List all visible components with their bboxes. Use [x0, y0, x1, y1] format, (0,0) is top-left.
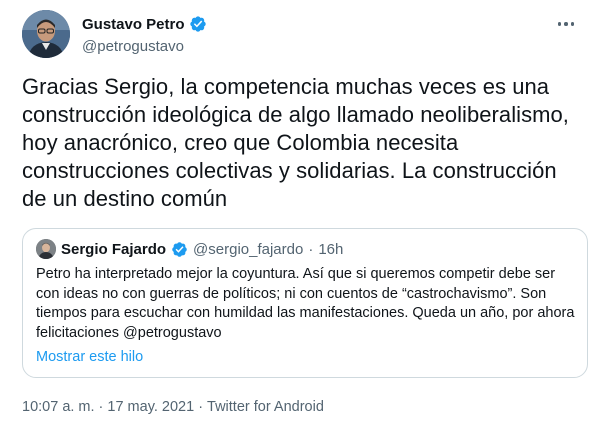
author-names: Gustavo Petro @petrogustavo	[82, 14, 207, 55]
verified-badge-icon	[189, 15, 207, 33]
quoted-timestamp[interactable]: 16h	[318, 241, 343, 258]
tweet-header: Gustavo Petro @petrogustavo	[22, 10, 582, 60]
avatar-photo	[22, 10, 70, 58]
quoted-tweet-text: Petro ha interpretado mejor la coyuntura…	[36, 266, 575, 341]
tweet-text: Gracias Sergio, la competencia muchas ve…	[22, 74, 569, 211]
author-handle[interactable]: @petrogustavo	[82, 38, 207, 55]
more-horizontal-icon[interactable]	[554, 14, 578, 34]
quoted-author-display-name[interactable]: Sergio Fajardo	[61, 241, 166, 258]
author-avatar[interactable]	[22, 10, 70, 58]
quoted-avatar-photo	[36, 239, 56, 259]
meta-separator: ·	[98, 399, 104, 415]
quoted-tweet-header: Sergio Fajardo @sergio_fajardo · 16h	[36, 239, 343, 259]
quoted-verified-badge-icon	[171, 241, 188, 258]
tweet-time[interactable]: 10:07 a. m.	[22, 399, 95, 415]
tweet-card: Gustavo Petro @petrogustavo Gracias Serg…	[0, 0, 595, 433]
quoted-author-handle[interactable]: @sergio_fajardo	[193, 241, 303, 258]
quoted-author-avatar[interactable]	[36, 239, 56, 259]
author-display-name[interactable]: Gustavo Petro	[82, 16, 185, 33]
tweet-date[interactable]: 17 may. 2021	[107, 399, 194, 415]
show-thread-link[interactable]: Mostrar este hilo	[36, 349, 143, 365]
tweet-source-link[interactable]: Twitter for Android	[207, 399, 324, 415]
quoted-separator: ·	[308, 240, 314, 258]
meta-separator: ·	[198, 399, 204, 415]
tweet-metadata: 10:07 a. m. · 17 may. 2021 · Twitter for…	[22, 399, 324, 415]
quoted-tweet[interactable]: Sergio Fajardo @sergio_fajardo · 16h Pet…	[22, 228, 588, 378]
